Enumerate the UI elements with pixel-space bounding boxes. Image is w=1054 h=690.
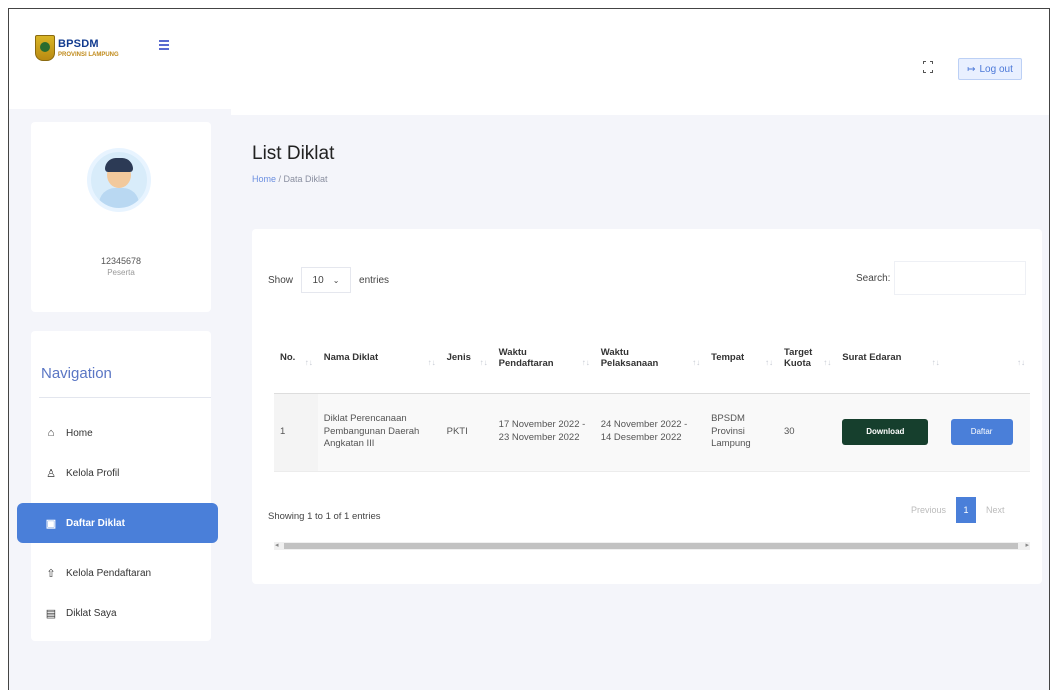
- divider: [39, 397, 211, 398]
- clipboard-icon: ▣: [45, 517, 57, 530]
- cell-surat-edaran: Download: [836, 393, 945, 472]
- table-header-row: No. ↑↓ Nama Diklat ↑↓ Jenis ↑↓ Waktu Pendaf…: [274, 323, 1030, 394]
- logo-subtitle: PROVINSI LAMPUNG: [58, 51, 119, 58]
- cell-no: 1: [274, 393, 318, 472]
- scroll-right-icon[interactable]: ▸: [1025, 541, 1029, 549]
- column-header-no[interactable]: No. ↑↓: [274, 323, 318, 394]
- sidebar-item-label: Kelola Profil: [66, 467, 120, 479]
- home-icon: ⌂: [47, 427, 55, 439]
- fullscreen-icon[interactable]: [923, 61, 933, 73]
- logout-label: Log out: [979, 63, 1013, 75]
- chevron-down-icon: ⌄: [332, 275, 340, 285]
- sidebar-item-diklat-saya[interactable]: ▤ Diklat Saya: [31, 593, 211, 633]
- scroll-left-icon[interactable]: ◂: [275, 541, 279, 549]
- column-header-action[interactable]: ↑↓: [944, 323, 1030, 394]
- app-logo[interactable]: BPSDM PROVINSI LAMPUNG: [35, 35, 119, 61]
- entries-value: 10: [312, 274, 324, 286]
- nav-title: Navigation: [41, 365, 112, 382]
- user-role: Peserta: [107, 268, 135, 277]
- cell-waktu-pelaksanaan: 24 November 2022 - 14 Desember 2022: [594, 393, 706, 472]
- entries-select[interactable]: 10 ⌄: [301, 267, 352, 293]
- app-frame: BPSDM PROVINSI LAMPUNG ↦ Log out 1234567…: [8, 8, 1050, 690]
- column-header-jenis[interactable]: Jenis ↑↓: [440, 323, 493, 394]
- diklat-table-card: Show 10 ⌄ entries Search: No. ↑↓ Nama Dik…: [252, 229, 1042, 584]
- cell-tempat: BPSDM Provinsi Lampung: [705, 393, 778, 472]
- sidebar-item-label: Kelola Pendaftaran: [66, 567, 152, 579]
- cell-waktu-pendaftaran: 17 November 2022 - 23 November 2022: [492, 393, 595, 472]
- sidebar-item-label: Diklat Saya: [66, 607, 117, 619]
- breadcrumb-home-link[interactable]: Home: [252, 174, 276, 184]
- breadcrumb-separator: /: [276, 174, 284, 184]
- download-button[interactable]: Download: [842, 419, 929, 445]
- entries-label: entries: [359, 274, 390, 286]
- column-header-waktu-pendaftaran[interactable]: Waktu Pendaftaran ↑↓: [492, 323, 595, 394]
- avatar: [87, 148, 151, 212]
- search-label: Search:: [856, 272, 891, 284]
- column-header-surat-edaran[interactable]: Surat Edaran ↑↓: [836, 323, 945, 394]
- column-header-tempat[interactable]: Tempat ↑↓: [705, 323, 778, 394]
- cell-action: Daftar: [944, 393, 1030, 472]
- column-header-target-kuota[interactable]: Target Kuota ↑↓: [777, 323, 837, 394]
- daftar-button[interactable]: Daftar: [950, 419, 1013, 445]
- top-bar: ↦ Log out: [231, 31, 1049, 115]
- sidebar-item-home[interactable]: ⌂ Home: [31, 413, 211, 453]
- column-header-nama-diklat[interactable]: Nama Diklat ↑↓: [317, 323, 441, 394]
- user-id: 12345678: [100, 256, 142, 266]
- horizontal-scrollbar[interactable]: ◂ ▸: [274, 542, 1030, 550]
- menu-toggle-icon[interactable]: [159, 40, 169, 52]
- diklat-table: No. ↑↓ Nama Diklat ↑↓ Jenis ↑↓ Waktu Pendaf…: [274, 323, 1030, 472]
- cell-target-kuota: 30: [777, 393, 837, 472]
- sidebar-item-kelola-profil[interactable]: ♙ Kelola Profil: [31, 453, 211, 493]
- navigation-panel: Navigation ⌂ Home ♙ Kelola Profil ▣ Daft…: [17, 331, 218, 641]
- cell-nama-diklat: Diklat Perencanaan Pembangunan Daerah An…: [317, 393, 441, 472]
- pagination: Previous 1 Next: [905, 497, 1011, 523]
- search-control: Search:: [856, 261, 1027, 295]
- breadcrumb: Home / Data Diklat: [252, 174, 328, 184]
- page-title: List Diklat: [252, 143, 335, 164]
- entries-control: Show 10 ⌄ entries: [268, 267, 389, 293]
- user-card: 12345678 Peserta: [31, 122, 211, 312]
- show-label: Show: [268, 274, 294, 286]
- sidebar-item-label: Daftar Diklat: [66, 517, 125, 529]
- pagination-page-1[interactable]: 1: [956, 497, 977, 523]
- emblem-icon: [35, 35, 55, 61]
- logout-button[interactable]: ↦ Log out: [958, 58, 1022, 80]
- sidebar-item-kelola-pendaftaran[interactable]: ⇧ Kelola Pendaftaran: [31, 553, 211, 593]
- table-info: Showing 1 to 1 of 1 entries: [268, 511, 381, 522]
- pagination-previous[interactable]: Previous: [905, 505, 952, 515]
- column-header-waktu-pelaksanaan[interactable]: Waktu Pelaksanaan ↑↓: [594, 323, 706, 394]
- sidebar-item-label: Home: [66, 427, 93, 439]
- scrollbar-thumb[interactable]: [284, 543, 1018, 549]
- pagination-next[interactable]: Next: [980, 505, 1011, 515]
- logout-icon: ↦: [967, 63, 976, 75]
- calendar-icon: ▤: [45, 607, 57, 620]
- upload-icon: ⇧: [46, 567, 56, 580]
- search-input[interactable]: [894, 261, 1027, 295]
- cell-jenis: PKTI: [440, 393, 493, 472]
- user-icon: ♙: [46, 467, 56, 480]
- logo-title: BPSDM: [58, 37, 99, 50]
- breadcrumb-current: Data Diklat: [283, 174, 328, 184]
- table-row: 1 Diklat Perencanaan Pembangunan Daerah …: [274, 393, 1030, 472]
- sidebar-item-daftar-diklat[interactable]: ▣ Daftar Diklat: [17, 503, 218, 543]
